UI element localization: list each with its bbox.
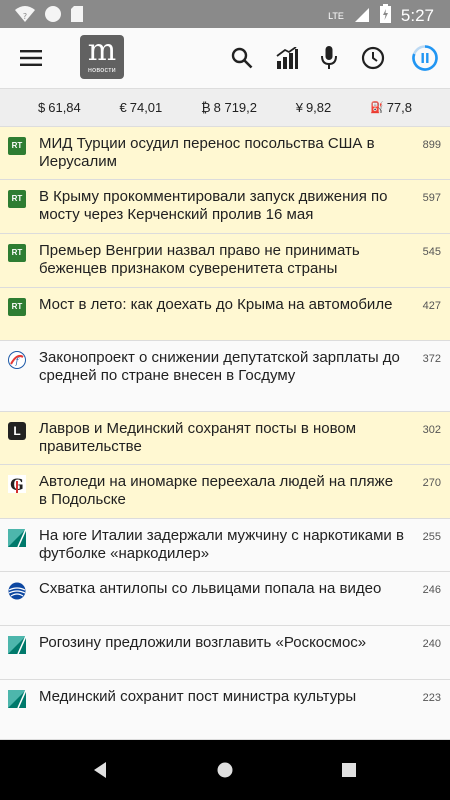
- news-item[interactable]: f Законопроект о снижении депутатской за…: [0, 341, 450, 412]
- app-bar: m новости: [0, 28, 450, 88]
- rt-icon: RT: [8, 298, 26, 316]
- trending-chart-icon[interactable]: [270, 28, 304, 88]
- news-title: На юге Италии задержали мужчину с наркот…: [39, 527, 404, 562]
- news-count: 899: [422, 139, 441, 151]
- currency-value: 9,82: [305, 100, 332, 115]
- logo-subtitle: новости: [87, 67, 116, 74]
- news-count: 372: [422, 353, 441, 365]
- rt-icon: RT: [8, 190, 26, 208]
- currency-oil: ⛽ 77,8: [370, 100, 412, 115]
- euro-icon: €: [119, 100, 127, 115]
- finance-icon: f: [8, 351, 26, 369]
- news-item[interactable]: RT Премьер Венгрии назвал право не прини…: [0, 234, 450, 288]
- sd-card-icon: [70, 5, 84, 28]
- currency-usd: $ 61,84: [38, 100, 81, 115]
- triangle-icon: [8, 689, 27, 709]
- news-item[interactable]: На юге Италии задержали мужчину с наркот…: [0, 519, 450, 572]
- news-title: МИД Турции осудил перенос посольства США…: [39, 135, 375, 170]
- news-count: 246: [422, 584, 441, 596]
- currency-value: 74,01: [129, 100, 163, 115]
- news-title: Схватка антилопы со львицами попала на в…: [39, 580, 382, 597]
- wifi-icon: ?: [14, 5, 36, 28]
- status-bar: ? LTE 5:27: [0, 0, 450, 28]
- news-item[interactable]: RT В Крыму прокомментировали запуск движ…: [0, 180, 450, 234]
- currency-value: 77,8: [386, 100, 412, 115]
- gazeta-icon: G: [8, 475, 26, 494]
- currency-cny: ¥ 9,82: [296, 100, 332, 115]
- battery-charging-icon: [379, 4, 391, 28]
- news-count: 255: [422, 531, 441, 543]
- currency-eur: € 74,01: [120, 100, 163, 115]
- news-title: Лавров и Мединский сохранят посты в ново…: [39, 420, 357, 455]
- rt-icon: RT: [8, 244, 26, 262]
- back-icon[interactable]: [70, 740, 130, 800]
- news-item[interactable]: Схватка антилопы со львицами попала на в…: [0, 572, 450, 626]
- currency-bar: $ 61,84 € 74,01 ₿ 8 719,2 ¥ 9,82 ⛽ 77,8: [0, 88, 450, 127]
- news-count: 270: [422, 477, 441, 489]
- news-count: 427: [422, 300, 441, 312]
- news-title: Законопроект о снижении депутатской зарп…: [39, 349, 400, 384]
- news-count: 597: [422, 192, 441, 204]
- news-title: Мост в лето: как доехать до Крыма на авт…: [39, 296, 393, 313]
- signal-icon: [354, 5, 370, 28]
- triangle-icon: [8, 528, 27, 548]
- rt-icon: RT: [8, 137, 26, 155]
- search-icon[interactable]: [226, 28, 258, 88]
- currency-btc: ₿ 8 719,2: [201, 100, 257, 115]
- news-title: В Крыму прокомментировали запуск движени…: [39, 188, 388, 223]
- globe-icon: [8, 582, 26, 600]
- progress-refresh-icon[interactable]: [408, 28, 442, 88]
- fuel-icon: ⛽: [369, 102, 384, 114]
- news-title: Автоледи на иномарке переехала людей на …: [39, 473, 394, 508]
- news-title: Рогозину предложили возглавить «Роскосмо…: [39, 634, 367, 651]
- news-title: Премьер Венгрии назвал право не принимат…: [39, 242, 360, 277]
- news-title: Мединский сохранит пост министра культур…: [39, 688, 357, 705]
- logo-letter: m: [87, 33, 117, 68]
- navigation-bar: [0, 740, 450, 800]
- news-item[interactable]: RT МИД Турции осудил перенос посольства …: [0, 127, 450, 180]
- home-icon[interactable]: [195, 740, 255, 800]
- news-item[interactable]: G Автоледи на иномарке переехала людей н…: [0, 465, 450, 519]
- currency-value: 61,84: [48, 100, 81, 115]
- news-item[interactable]: Мединский сохранит пост министра культур…: [0, 680, 450, 740]
- lenta-icon: L: [8, 422, 26, 440]
- news-count: 545: [422, 246, 441, 258]
- news-list[interactable]: RT МИД Турции осудил перенос посольства …: [0, 127, 450, 740]
- dollar-icon: $: [38, 100, 46, 115]
- network-label: LTE: [328, 11, 344, 21]
- yuan-icon: ¥: [295, 100, 303, 115]
- news-count: 223: [422, 692, 441, 704]
- clock-icon[interactable]: [356, 28, 390, 88]
- news-item[interactable]: RT Мост в лето: как доехать до Крыма на …: [0, 288, 450, 341]
- recents-icon[interactable]: [319, 740, 379, 800]
- circle-notification-icon: [44, 5, 62, 28]
- app-logo[interactable]: m новости: [80, 35, 124, 79]
- news-count: 302: [422, 424, 441, 436]
- bitcoin-icon: ₿: [201, 100, 211, 115]
- news-count: 240: [422, 638, 441, 650]
- triangle-icon: [8, 635, 27, 655]
- menu-icon[interactable]: [14, 28, 48, 88]
- microphone-icon[interactable]: [313, 28, 345, 88]
- news-item[interactable]: L Лавров и Мединский сохранят посты в но…: [0, 412, 450, 465]
- svg-text:?: ?: [23, 12, 27, 21]
- currency-value: 8 719,2: [213, 100, 257, 115]
- status-time: 5:27: [400, 6, 434, 25]
- news-item[interactable]: Рогозину предложили возглавить «Роскосмо…: [0, 626, 450, 680]
